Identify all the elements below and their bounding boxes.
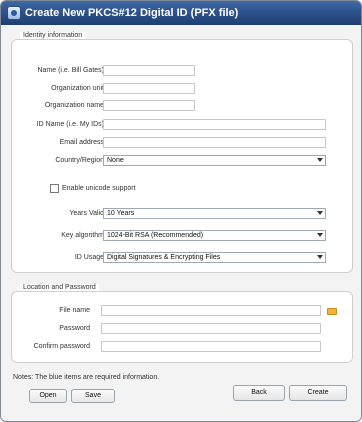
folder-icon[interactable] — [327, 308, 337, 315]
organization-unit-field[interactable] — [103, 83, 195, 94]
country-value: None — [107, 157, 124, 164]
confirm-password-field[interactable] — [101, 341, 321, 352]
years-valid-label: Years Valid — [69, 210, 104, 217]
chevron-down-icon — [317, 158, 323, 162]
open-button[interactable]: Open — [29, 389, 67, 403]
key-algorithm-value: 1024-Bit RSA (Recommended) — [107, 232, 204, 239]
window-title: Create New PKCS#12 Digital ID (PFX file) — [25, 7, 239, 19]
confirm-password-label: Confirm password — [33, 343, 90, 350]
id-name-label: ID Name (i.e. My IDs) — [36, 121, 104, 128]
identity-legend: Identity information — [20, 32, 86, 39]
unicode-label: Enable unicode support — [62, 185, 136, 192]
email-label: Email address — [59, 139, 104, 146]
name-field[interactable] — [103, 65, 195, 76]
email-field[interactable] — [103, 137, 326, 148]
organization-name-field[interactable] — [103, 100, 195, 111]
years-valid-select[interactable]: 10 Years — [103, 208, 326, 219]
chevron-down-icon — [317, 233, 323, 237]
country-select[interactable]: None — [103, 155, 326, 166]
name-label: Name (i.e. Bill Gates) — [37, 67, 104, 74]
save-button[interactable]: Save — [71, 389, 115, 403]
create-pfx-dialog: Create New PKCS#12 Digital ID (PFX file)… — [0, 0, 362, 422]
unicode-checkbox[interactable] — [50, 184, 59, 193]
location-group: Location and Password File name Password… — [11, 284, 353, 363]
years-valid-value: 10 Years — [107, 210, 135, 217]
file-name-field[interactable] — [101, 305, 321, 316]
organization-name-label: Organization name — [44, 102, 104, 109]
certificate-icon — [7, 6, 21, 20]
organization-unit-label: Organization unit — [51, 85, 104, 92]
key-algorithm-label: Key algorithm — [61, 232, 104, 239]
password-field[interactable] — [101, 323, 321, 334]
identity-group: Identity information Name (i.e. Bill Gat… — [11, 32, 353, 273]
chevron-down-icon — [317, 211, 323, 215]
create-button[interactable]: Create — [289, 385, 347, 401]
id-usage-label: ID Usage — [74, 254, 104, 261]
password-label: Password — [59, 325, 90, 332]
key-algorithm-select[interactable]: 1024-Bit RSA (Recommended) — [103, 230, 326, 241]
back-button[interactable]: Back — [233, 385, 285, 401]
id-name-field[interactable] — [103, 119, 326, 130]
id-usage-select[interactable]: Digital Signatures & Encrypting Files — [103, 252, 326, 263]
required-note: Notes: The blue items are required infor… — [13, 374, 160, 381]
location-legend: Location and Password — [20, 284, 99, 291]
title-bar[interactable]: Create New PKCS#12 Digital ID (PFX file) — [1, 1, 361, 25]
chevron-down-icon — [317, 255, 323, 259]
id-usage-value: Digital Signatures & Encrypting Files — [107, 254, 221, 261]
file-name-label: File name — [59, 307, 90, 314]
country-label: Country/Region — [55, 157, 104, 164]
